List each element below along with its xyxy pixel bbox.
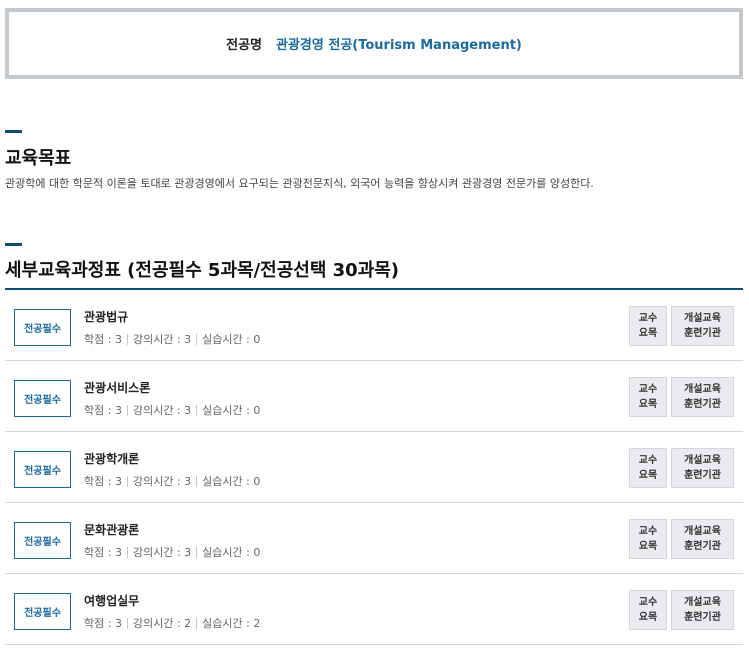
institution-button-label-2: 훈련기관 [684,541,721,552]
major-info-box: 전공명 관광경영 전공(Tourism Management) [5,8,743,79]
course-meta: 학점 : 3 강의시간 : 3 실습시간 : 0 [84,402,260,418]
divider [196,546,198,558]
course-row: 전공필수 관광학개론 학점 : 3 강의시간 : 3 실습시간 : 0 교수 요… [5,432,743,503]
training-institution-button[interactable]: 개설교육 훈련기관 [671,377,734,417]
syllabus-button-label-1: 교수 [638,313,658,324]
syllabus-button-label-1: 교수 [638,526,658,537]
institution-button-label-1: 개설교육 [684,526,721,537]
syllabus-button[interactable]: 교수 요목 [629,377,667,417]
course-meta: 학점 : 3 강의시간 : 3 실습시간 : 0 [84,473,260,489]
divider [196,333,198,345]
syllabus-button[interactable]: 교수 요목 [629,519,667,559]
course-row: 전공필수 문화관광론 학점 : 3 강의시간 : 3 실습시간 : 0 교수 요… [5,503,743,574]
education-goal-text: 관광학에 대한 학문적 이론을 토대로 관광경영에서 요구되는 관광전문지식, … [5,177,594,190]
curriculum-title: 세부교육과정표 (전공필수 5과목/전공선택 30과목) [5,260,400,281]
practice-hours: 실습시간 : 0 [202,333,261,346]
divider [196,404,198,416]
course-meta: 학점 : 3 강의시간 : 2 실습시간 : 2 [84,615,260,631]
lecture-hours: 강의시간 : 3 [132,333,192,346]
institution-button-label-1: 개설교육 [684,455,721,466]
institution-button-label-2: 훈련기관 [684,328,721,339]
course-name: 관광법규 [84,310,129,324]
divider [196,617,198,629]
course-type-badge: 전공필수 [14,309,71,346]
credits: 학점 : 3 [84,617,122,630]
divider [126,333,128,345]
course-name: 관광서비스론 [84,381,151,395]
course-row: 전공필수 여행업실무 학점 : 3 강의시간 : 2 실습시간 : 2 교수 요… [5,574,743,645]
institution-button-label-1: 개설교육 [684,597,721,608]
course-meta: 학점 : 3 강의시간 : 3 실습시간 : 0 [84,544,260,560]
course-type-badge: 전공필수 [14,593,71,630]
lecture-hours: 강의시간 : 3 [132,475,192,488]
syllabus-button[interactable]: 교수 요목 [629,306,667,346]
training-institution-button[interactable]: 개설교육 훈련기관 [671,590,734,630]
credits: 학점 : 3 [84,475,122,488]
credits: 학점 : 3 [84,404,122,417]
course-row: 전공필수 관광법규 학점 : 3 강의시간 : 3 실습시간 : 0 교수 요목… [5,290,743,361]
practice-hours: 실습시간 : 0 [202,475,261,488]
institution-button-label-1: 개설교육 [684,384,721,395]
practice-hours: 실습시간 : 2 [202,617,261,630]
practice-hours: 실습시간 : 0 [202,404,261,417]
lecture-hours: 강의시간 : 2 [132,617,192,630]
course-name: 문화관광론 [84,523,140,537]
syllabus-button-label-2: 요목 [638,470,658,481]
practice-hours: 실습시간 : 0 [202,546,261,559]
course-meta: 학점 : 3 강의시간 : 3 실습시간 : 0 [84,331,260,347]
course-type-badge: 전공필수 [14,451,71,488]
divider [126,617,128,629]
course-name: 여행업실무 [84,594,140,608]
credits: 학점 : 3 [84,333,122,346]
course-list: 전공필수 관광법규 학점 : 3 강의시간 : 3 실습시간 : 0 교수 요목… [5,288,743,645]
major-label: 전공명 [226,38,262,53]
lecture-hours: 강의시간 : 3 [132,546,192,559]
training-institution-button[interactable]: 개설교육 훈련기관 [671,519,734,559]
syllabus-button-label-1: 교수 [638,384,658,395]
credits: 학점 : 3 [84,546,122,559]
education-goal-title: 교육목표 [5,148,72,169]
institution-button-label-1: 개설교육 [684,313,721,324]
course-name: 관광학개론 [84,452,140,466]
syllabus-button[interactable]: 교수 요목 [629,448,667,488]
syllabus-button-label-2: 요목 [638,541,658,552]
course-type-badge: 전공필수 [14,522,71,559]
section-bar [5,243,22,246]
institution-button-label-2: 훈련기관 [684,470,721,481]
divider [196,475,198,487]
divider [126,475,128,487]
lecture-hours: 강의시간 : 3 [132,404,192,417]
syllabus-button-label-1: 교수 [638,455,658,466]
syllabus-button-label-2: 요목 [638,328,658,339]
course-type-badge: 전공필수 [14,380,71,417]
course-row: 전공필수 관광서비스론 학점 : 3 강의시간 : 3 실습시간 : 0 교수 … [5,361,743,432]
training-institution-button[interactable]: 개설교육 훈련기관 [671,306,734,346]
syllabus-button-label-1: 교수 [638,597,658,608]
institution-button-label-2: 훈련기관 [684,612,721,623]
section-bar [5,130,22,133]
divider [126,404,128,416]
training-institution-button[interactable]: 개설교육 훈련기관 [671,448,734,488]
divider [126,546,128,558]
syllabus-button[interactable]: 교수 요목 [629,590,667,630]
institution-button-label-2: 훈련기관 [684,399,721,410]
major-name: 관광경영 전공(Tourism Management) [276,38,522,53]
syllabus-button-label-2: 요목 [638,612,658,623]
syllabus-button-label-2: 요목 [638,399,658,410]
